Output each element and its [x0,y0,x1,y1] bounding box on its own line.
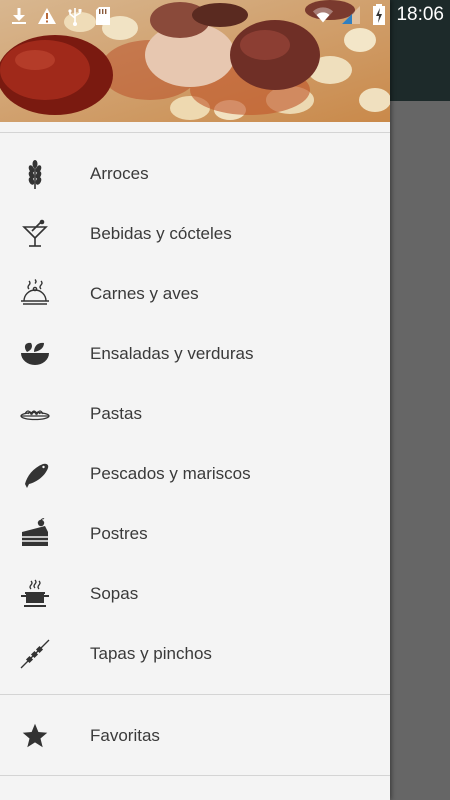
menu-item-label: Favoritas [90,726,160,745]
menu-item-arroces[interactable]: Arroces [0,144,390,204]
wifi-icon [312,4,334,26]
cake-icon [17,516,53,552]
soup-pot-icon [17,576,53,612]
clock: 18:06 [396,4,444,25]
pasta-plate-icon [17,396,53,432]
wheat-icon [17,156,53,192]
download-icon [8,5,30,27]
bottom-divider [0,775,390,776]
menu-item-label: Bebidas y cócteles [90,224,232,243]
status-bar: 18:06 [0,0,450,33]
menu-item-sopas[interactable]: Sopas [0,564,390,624]
battery-charging-icon [368,4,390,26]
menu-item-tapas[interactable]: Tapas y pinchos [0,624,390,684]
fish-icon [17,456,53,492]
menu-divider [0,694,390,695]
warning-icon [36,5,58,27]
menu-item-bebidas[interactable]: Bebidas y cócteles [0,204,390,264]
menu-item-label: Arroces [90,164,149,183]
header-divider [0,132,390,133]
menu-item-ensaladas[interactable]: Ensaladas y verduras [0,324,390,384]
menu-item-label: Pastas [90,404,142,423]
menu-item-label: Tapas y pinchos [90,644,212,663]
menu-item-postres[interactable]: Postres [0,504,390,564]
signal-icon [340,4,362,26]
menu-item-label: Sopas [90,584,139,603]
menu-item-favoritas[interactable]: Favoritas [0,706,390,766]
menu-item-pescados[interactable]: Pescados y mariscos [0,444,390,504]
menu-item-label: Pescados y mariscos [90,464,251,483]
navigation-drawer: Arroces Bebidas y cócteles Carnes y aves… [0,0,390,800]
menu-item-label: Ensaladas y verduras [90,344,254,363]
favorites-section: Favoritas [0,706,390,766]
menu-item-carnes[interactable]: Carnes y aves [0,264,390,324]
skewer-icon [17,636,53,672]
category-menu: Arroces Bebidas y cócteles Carnes y aves… [0,144,390,684]
menu-item-pastas[interactable]: Pastas [0,384,390,444]
menu-item-label: Postres [90,524,148,543]
salad-bowl-icon [17,336,53,372]
cloche-icon [17,276,53,312]
usb-icon [64,5,86,27]
menu-item-label: Carnes y aves [90,284,199,303]
star-icon [17,718,53,754]
sd-card-icon [92,5,114,27]
cocktail-icon [17,216,53,252]
